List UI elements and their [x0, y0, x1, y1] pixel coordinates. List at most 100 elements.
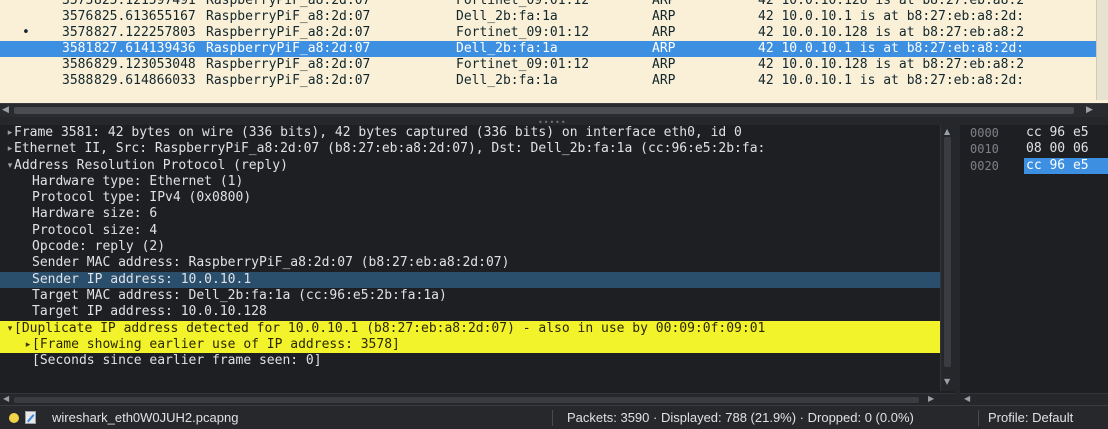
pane-splitter[interactable]: •••••: [0, 117, 1108, 127]
detail-field-text: Protocol size: 4: [32, 222, 158, 238]
packet-list-vertical-scrollbar[interactable]: [1096, 0, 1108, 100]
packet-dst-cell: Fortinet_09:01:12: [456, 0, 590, 8]
packet-info-cell: 42 10.0.10.1 is at b8:27:eb:a8:2d:: [758, 41, 1025, 56]
capture-file-name: wireshark_eth0W0JUH2.pcapng: [52, 410, 239, 425]
packet-details-tree[interactable]: ▸ Frame 3581: 42 bytes on wire (336 bits)…: [0, 125, 954, 393]
detail-tree-item[interactable]: ▾ [Duplicate IP address detected for 10.0…: [0, 320, 954, 337]
packet-proto-cell: ARP: [652, 9, 676, 24]
packet-src-cell: RaspberryPiF_a8:2d:07: [206, 41, 371, 56]
scroll-up-icon[interactable]: ▲: [944, 127, 950, 136]
detail-field-text: Protocol type: IPv4 (0x0800): [32, 190, 252, 206]
status-divider: [978, 410, 979, 426]
packet-no-cell: 3578: [62, 25, 94, 40]
byte-hex[interactable]: cc 96 e5: [1024, 157, 1108, 174]
detail-field-text: Sender IP address: 10.0.10.1: [32, 271, 252, 287]
packet-dst-cell: Dell_2b:fa:1a: [456, 41, 558, 56]
packet-time-cell: 825.121597491: [94, 0, 196, 8]
scroll-left-icon[interactable]: ◀: [2, 105, 9, 115]
scrollbar-thumb[interactable]: [14, 397, 919, 403]
packet-no-cell: 3576: [62, 9, 94, 24]
detail-field-text: [Seconds since earlier frame seen: 0]: [32, 353, 322, 369]
detail-field-text: Sender MAC address: RaspberryPiF_a8:2d:0…: [32, 255, 510, 271]
detail-tree-item[interactable]: Hardware type: Ethernet (1): [0, 174, 954, 190]
packet-row[interactable]: 3586 829.123053048 RaspberryPiF_a8:2d:07 Fo…: [0, 57, 1096, 73]
bytes-row[interactable]: 0020 cc 96 e5: [960, 157, 1108, 174]
bytes-row[interactable]: 0000 cc 96 e5: [960, 125, 1108, 141]
detail-field-text: Opcode: reply (2): [32, 239, 166, 255]
packet-details-rows: ▸ Frame 3581: 42 bytes on wire (336 bits)…: [0, 125, 954, 369]
byte-offset: 0020: [970, 158, 999, 173]
scroll-left-icon[interactable]: ◀: [3, 394, 9, 403]
packet-src-cell: RaspberryPiF_a8:2d:07: [206, 73, 371, 88]
packet-no-cell: 3581: [62, 41, 94, 56]
detail-field-text: Ethernet II, Src: RaspberryPiF_a8:2d:07 …: [14, 141, 766, 157]
detail-tree-item[interactable]: Sender IP address: 10.0.10.1: [0, 271, 954, 288]
packet-row[interactable]: 3581 827.614139436 RaspberryPiF_a8:2d:07 De…: [0, 41, 1096, 57]
bytes-row[interactable]: 0010 08 00 06: [960, 141, 1108, 157]
detail-field-text: Hardware type: Ethernet (1): [32, 173, 244, 189]
scrollbar-thumb[interactable]: [944, 137, 951, 367]
packet-bytes-pane[interactable]: 0000 cc 96 e5 0010 08 00 06 0020 cc 96 e5: [960, 125, 1108, 393]
capture-comment-icon[interactable]: [25, 411, 36, 424]
detail-tree-item[interactable]: ▸ [Frame showing earlier use of IP addres…: [0, 336, 954, 354]
packet-proto-cell: ARP: [652, 0, 676, 8]
detail-tree-item[interactable]: ▸ Ethernet II, Src: RaspberryPiF_a8:2d:07…: [0, 141, 954, 157]
expert-info-status-icon[interactable]: [9, 413, 19, 423]
packet-proto-cell: ARP: [652, 41, 676, 56]
detail-tree-item[interactable]: Sender MAC address: RaspberryPiF_a8:2d:0…: [0, 255, 954, 271]
detail-field-text: [Duplicate IP address detected for 10.0.…: [14, 320, 766, 336]
packet-info-cell: 42 10.0.10.128 is at b8:27:eb:a8:2: [758, 25, 1025, 40]
packet-row[interactable]: 3573 825.121597491 RaspberryPiF_a8:2d:07 Fo…: [0, 0, 1096, 9]
packet-bytes-rows: 0000 cc 96 e5 0010 08 00 06 0020 cc 96 e5: [960, 125, 1108, 174]
packet-mark-cell: •: [22, 25, 30, 40]
details-horizontal-scrollbar[interactable]: ◀ ▶: [0, 393, 954, 405]
byte-hex[interactable]: cc 96 e5: [1024, 125, 1091, 141]
detail-tree-item[interactable]: ▾ Address Resolution Protocol (reply): [0, 158, 954, 174]
packet-no-cell: 3588: [62, 73, 94, 88]
profile-switcher[interactable]: Profile: Default: [988, 410, 1073, 425]
detail-tree-item[interactable]: ▸ Frame 3581: 42 bytes on wire (336 bits)…: [0, 125, 954, 141]
scroll-down-icon[interactable]: ▼: [944, 377, 950, 386]
detail-field-text: Target IP address: 10.0.10.128: [32, 304, 267, 320]
packet-src-cell: RaspberryPiF_a8:2d:07: [206, 57, 371, 72]
packet-row[interactable]: 3576 825.613655167 RaspberryPiF_a8:2d:07 De…: [0, 9, 1096, 25]
packet-row[interactable]: • 3578 827.122257803 RaspberryPiF_a8:2d:07 F…: [0, 25, 1096, 41]
status-divider: [552, 410, 553, 426]
packet-dst-cell: Fortinet_09:01:12: [456, 57, 590, 72]
scroll-right-icon[interactable]: ▶: [928, 394, 934, 403]
packet-info-cell: 42 10.0.10.128 is at b8:27:eb:a8:2: [758, 0, 1025, 8]
detail-field-text: [Frame showing earlier use of IP address…: [32, 336, 400, 352]
detail-tree-item[interactable]: Target MAC address: Dell_2b:fa:1a (cc:96…: [0, 288, 954, 304]
scrollbar-thumb[interactable]: [14, 107, 1074, 114]
detail-tree-item[interactable]: Opcode: reply (2): [0, 239, 954, 255]
bytes-horizontal-scrollbar[interactable]: ◀: [960, 393, 1108, 405]
packet-info-cell: 42 10.0.10.1 is at b8:27:eb:a8:2d:: [758, 73, 1025, 88]
packet-dst-cell: Fortinet_09:01:12: [456, 25, 590, 40]
detail-tree-item[interactable]: [Seconds since earlier frame seen: 0]: [0, 353, 954, 369]
packet-proto-cell: ARP: [652, 57, 676, 72]
detail-tree-item[interactable]: Target IP address: 10.0.10.128: [0, 304, 954, 320]
packet-proto-cell: ARP: [652, 73, 676, 88]
scroll-left-icon[interactable]: ◀: [964, 394, 970, 403]
detail-tree-item[interactable]: Protocol size: 4: [0, 223, 954, 239]
details-vertical-scrollbar[interactable]: ▲ ▼: [940, 125, 954, 391]
packet-list[interactable]: 3573 825.121597491 RaspberryPiF_a8:2d:07 Fo…: [0, 0, 1108, 117]
scroll-right-icon[interactable]: ▶: [1086, 105, 1093, 115]
packet-list-horizontal-scrollbar[interactable]: ◀ ▶: [0, 103, 1108, 117]
packet-time-cell: 829.123053048: [94, 57, 196, 72]
packet-dst-cell: Dell_2b:fa:1a: [456, 73, 558, 88]
packet-time-cell: 827.122257803: [94, 25, 196, 40]
detail-tree-item[interactable]: Protocol type: IPv4 (0x0800): [0, 190, 954, 206]
packet-src-cell: RaspberryPiF_a8:2d:07: [206, 25, 371, 40]
byte-hex[interactable]: 08 00 06: [1024, 141, 1091, 157]
detail-tree-item[interactable]: Hardware size: 6: [0, 206, 954, 222]
detail-field-text: Hardware size: 6: [32, 206, 158, 222]
packet-time-cell: 827.614139436: [94, 41, 196, 56]
packet-src-cell: RaspberryPiF_a8:2d:07: [206, 0, 371, 8]
byte-offset: 0000: [970, 126, 999, 140]
packet-proto-cell: ARP: [652, 25, 676, 40]
packet-no-cell: 3586: [62, 57, 94, 72]
packet-dst-cell: Dell_2b:fa:1a: [456, 9, 558, 24]
packet-row[interactable]: 3588 829.614866033 RaspberryPiF_a8:2d:07 De…: [0, 73, 1096, 89]
detail-field-text: Address Resolution Protocol (reply): [14, 157, 288, 173]
